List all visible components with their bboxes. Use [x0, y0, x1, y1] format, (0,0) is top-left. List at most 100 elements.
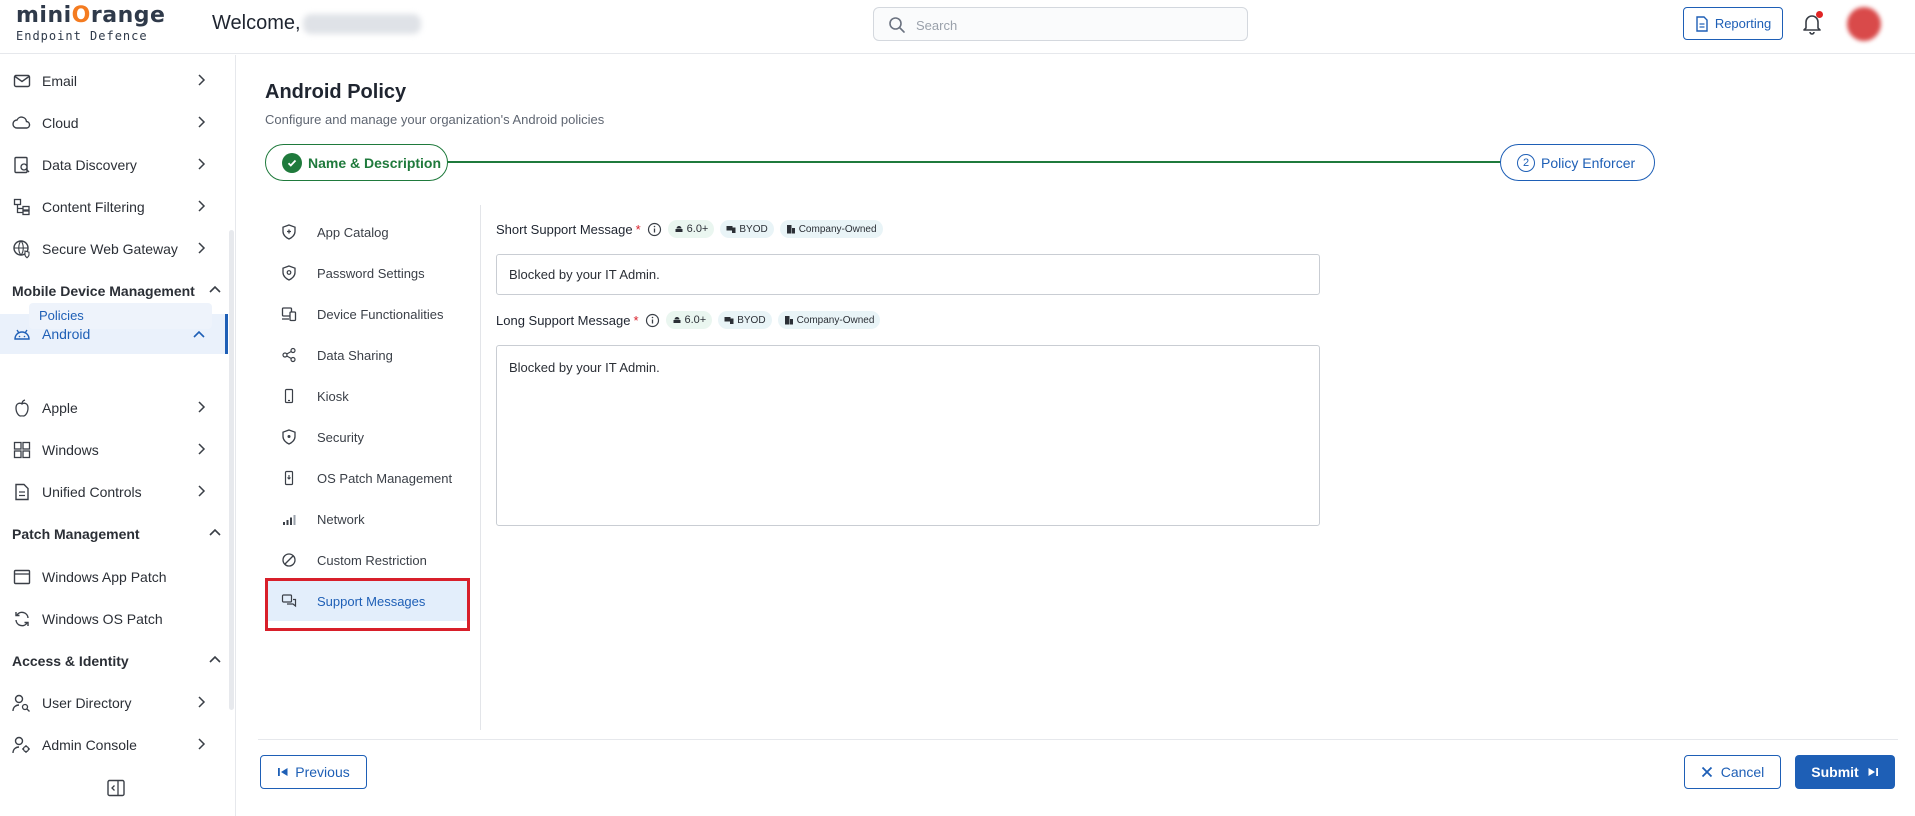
sidebar-scrollbar[interactable] — [229, 230, 234, 710]
notifications-button[interactable] — [1799, 11, 1825, 37]
chevron-up-icon — [209, 528, 221, 536]
filter-list-icon — [12, 197, 32, 217]
search-input[interactable] — [916, 14, 1236, 36]
required-asterisk: * — [633, 312, 639, 328]
required-asterisk: * — [635, 221, 641, 237]
skip-previous-icon — [278, 768, 288, 776]
user-settings-icon — [12, 735, 32, 755]
search-box[interactable] — [873, 7, 1248, 41]
chevron-right-icon — [198, 200, 206, 212]
cloud-icon — [12, 113, 32, 133]
stepper-connector — [446, 161, 1501, 163]
policy-nav-device-functionalities[interactable]: Device Functionalities — [265, 294, 470, 334]
chevron-right-icon — [198, 158, 206, 170]
info-icon[interactable] — [647, 222, 662, 237]
phone-update-icon — [281, 470, 297, 486]
chevron-right-icon — [198, 485, 206, 497]
reporting-button[interactable]: Reporting — [1683, 7, 1783, 40]
check-icon — [282, 152, 302, 173]
sidebar-item-cloud[interactable]: Cloud — [0, 103, 228, 143]
sidebar-section-access-identity[interactable]: Access & Identity — [12, 646, 222, 676]
miniorange-logo[interactable]: miniOrange Endpoint Defence — [16, 4, 165, 48]
sidebar-collapse-icon — [107, 779, 125, 797]
info-icon[interactable] — [645, 313, 660, 328]
sidebar-subitem-policies[interactable]: Policies — [29, 303, 212, 329]
sidebar-item-admin-console[interactable]: Admin Console — [0, 725, 228, 765]
long-support-message-textarea[interactable]: Blocked by your IT Admin. — [496, 345, 1320, 526]
shield-lock-icon — [281, 265, 297, 281]
search-icon — [889, 17, 905, 33]
blurred-user-name — [303, 14, 421, 34]
sidebar-item-email[interactable]: Email — [0, 61, 228, 101]
cancel-button[interactable]: Cancel — [1684, 755, 1781, 789]
policy-nav-security[interactable]: Security — [265, 417, 470, 457]
welcome-text: Welcome, — [212, 12, 301, 34]
footer-divider — [258, 739, 1898, 740]
unified-document-icon — [12, 482, 32, 502]
policy-nav-app-catalog[interactable]: App Catalog — [265, 212, 470, 252]
step-policy-enforcer[interactable]: 2 Policy Enforcer — [1500, 144, 1655, 181]
top-bar: miniOrange Endpoint Defence Welcome, Rep… — [0, 0, 1915, 54]
sidebar-item-windows-os-patch[interactable]: Windows OS Patch — [0, 599, 228, 639]
devices-icon — [726, 226, 736, 233]
building-icon — [786, 225, 795, 234]
chevron-right-icon — [198, 696, 206, 708]
notification-dot — [1816, 11, 1823, 18]
short-support-message-input[interactable]: Blocked by your IT Admin. — [496, 254, 1320, 295]
policy-nav-kiosk[interactable]: Kiosk — [265, 376, 470, 416]
devices-icon — [281, 306, 297, 322]
kiosk-phone-icon — [281, 388, 297, 404]
policy-nav-custom-restriction[interactable]: Custom Restriction — [265, 540, 470, 580]
step-name-description[interactable]: Name & Description — [265, 144, 448, 181]
policy-nav-password-settings[interactable]: Password Settings — [265, 253, 470, 293]
policy-nav-os-patch-management[interactable]: OS Patch Management — [265, 458, 470, 498]
policy-nav-data-sharing[interactable]: Data Sharing — [265, 335, 470, 375]
sidebar-item-content-filtering[interactable]: Content Filtering — [0, 187, 228, 227]
byod-badge: BYOD — [718, 311, 772, 329]
page-subtitle: Configure and manage your organization's… — [265, 112, 605, 127]
avatar[interactable] — [1847, 7, 1881, 41]
step-number: 2 — [1517, 153, 1535, 172]
windows-icon — [12, 440, 32, 460]
refresh-icon — [12, 609, 32, 629]
company-owned-badge: Company-Owned — [779, 220, 883, 238]
signal-bars-icon — [281, 511, 297, 527]
submit-button[interactable]: Submit — [1795, 755, 1895, 789]
sidebar-item-data-discovery[interactable]: Data Discovery — [0, 145, 228, 185]
android-icon — [675, 226, 683, 232]
brand-subtitle: Endpoint Defence — [16, 29, 148, 43]
sidebar-item-windows[interactable]: Windows — [0, 430, 228, 470]
block-icon — [281, 552, 297, 568]
apple-icon — [12, 398, 32, 418]
previous-button[interactable]: Previous — [260, 755, 367, 789]
chevron-right-icon — [198, 738, 206, 750]
android-icon — [673, 317, 680, 323]
sidebar-item-windows-app-patch[interactable]: Windows App Patch — [0, 557, 228, 597]
chevron-right-icon — [198, 242, 206, 254]
close-icon — [1701, 766, 1712, 778]
chevron-right-icon — [198, 401, 206, 413]
chevron-up-icon — [209, 655, 221, 663]
sidebar-item-unified-controls[interactable]: Unified Controls — [0, 472, 228, 512]
share-icon — [281, 347, 297, 363]
content-divider — [480, 205, 481, 730]
user-search-icon — [12, 693, 32, 713]
mail-icon — [12, 71, 32, 91]
android-version-badge: 6.0+ — [667, 220, 715, 238]
sidebar-section-patch-management[interactable]: Patch Management — [12, 519, 222, 549]
android-version-badge: 6.0+ — [665, 311, 713, 329]
byod-badge: BYOD — [720, 220, 774, 238]
page-title: Android Policy — [265, 81, 407, 103]
devices-icon — [724, 317, 734, 324]
chevron-right-icon — [198, 116, 206, 128]
support-messages-highlight — [265, 578, 470, 631]
sidebar-item-apple[interactable]: Apple — [0, 388, 228, 428]
reporting-label: Reporting — [1714, 16, 1772, 31]
sidebar-item-secure-web-gateway[interactable]: Secure Web Gateway — [0, 229, 228, 269]
company-owned-badge: Company-Owned — [777, 311, 881, 329]
sidebar-section-mdm[interactable]: Mobile Device Management — [12, 276, 222, 306]
skip-next-icon — [1868, 768, 1878, 776]
policy-nav-network[interactable]: Network — [265, 499, 470, 539]
collapse-sidebar-button[interactable] — [106, 778, 126, 798]
sidebar-item-user-directory[interactable]: User Directory — [0, 683, 228, 723]
